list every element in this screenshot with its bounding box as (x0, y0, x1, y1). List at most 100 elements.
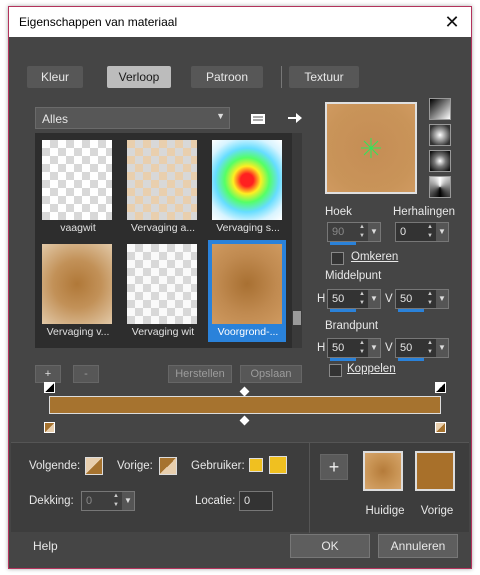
tab-kleur[interactable]: Kleur (27, 66, 83, 88)
spin-arrows-icon[interactable]: ▲ ▼ (357, 223, 367, 241)
focal-v-label: V (385, 342, 393, 354)
chevron-down-icon[interactable]: ▼ (122, 492, 134, 510)
stop-marker-bottom-left[interactable] (44, 422, 55, 433)
gradient-item[interactable]: Vervaging a... (123, 136, 201, 238)
gradient-thumb-vervaging-s (212, 140, 282, 220)
gradient-label: Vervaging v... (46, 326, 110, 338)
center-h-value: 50 (332, 293, 345, 305)
sunburst-style-icon[interactable] (429, 150, 451, 172)
opacity-value: 0 (86, 495, 93, 507)
repeats-label: Herhalingen (393, 206, 456, 218)
slider-bar (330, 242, 356, 245)
dialog-title: Eigenschappen van materiaal (19, 15, 178, 29)
link-checkbox[interactable] (329, 364, 342, 377)
invert-label: Omkeren (351, 251, 399, 263)
center-label: Middelpunt (325, 270, 382, 282)
invert-checkbox[interactable] (331, 252, 344, 265)
chevron-down-icon[interactable]: ▼ (436, 290, 448, 308)
prev-stop-icon[interactable] (159, 457, 177, 475)
focal-v-value: 50 (400, 342, 413, 354)
tab-textuur[interactable]: Textuur (289, 66, 359, 88)
gradient-thumb-voorgrond (212, 244, 282, 324)
gradient-preview[interactable] (325, 102, 417, 194)
center-h-label: H (317, 293, 326, 305)
gradient-item[interactable]: Vervaging v... (38, 240, 116, 342)
title-bar: Eigenschappen van materiaal ✕ (9, 7, 471, 37)
radial-style-icon[interactable] (429, 176, 451, 198)
angle-field[interactable]: 90 ▲ ▼ ▼ (327, 222, 381, 245)
focal-h-field[interactable]: 50 ▲ ▼ ▼ (327, 338, 381, 361)
save-button[interactable]: Opslaan (240, 365, 302, 383)
chevron-down-icon[interactable]: ▼ (368, 339, 380, 357)
center-v-value: 50 (400, 293, 413, 305)
restore-button[interactable]: Herstellen (168, 365, 232, 383)
next-stop-icon[interactable] (85, 457, 103, 475)
gradient-item[interactable]: vaagwit (38, 136, 116, 238)
chevron-down-icon[interactable]: ▼ (436, 223, 448, 241)
spin-arrows-icon[interactable]: ▲ ▼ (357, 339, 367, 357)
next-label: Volgende: (29, 460, 81, 472)
repeats-field[interactable]: 0 ▲ ▼ ▼ (395, 222, 449, 242)
current-color-swatch[interactable] (363, 451, 403, 491)
chevron-down-icon[interactable]: ▼ (368, 223, 380, 241)
angle-label: Hoek (325, 206, 352, 218)
tab-separator (281, 66, 282, 88)
close-icon[interactable]: ✕ (439, 9, 465, 35)
linear-style-icon[interactable] (429, 98, 451, 120)
tab-bar: Kleur Verloop Patroon Textuur (17, 60, 461, 96)
center-v-label: V (385, 293, 393, 305)
focal-v-field[interactable]: 50 ▲ ▼ ▼ (395, 338, 449, 361)
spin-arrows-icon[interactable]: ▲ ▼ (357, 290, 367, 308)
scrollbar-thumb[interactable] (293, 311, 301, 325)
gradient-label: Voorgrond-... (217, 326, 279, 338)
chevron-down-icon: ▼ (216, 111, 225, 121)
gradient-editor-bar[interactable] (49, 396, 441, 414)
remove-gradient-button[interactable]: - (73, 365, 99, 383)
tab-verloop[interactable]: Verloop (107, 66, 171, 88)
chevron-down-icon[interactable]: ▼ (368, 290, 380, 308)
gradient-item-selected[interactable]: Voorgrond-... (208, 240, 286, 342)
focal-label: Brandpunt (325, 320, 379, 332)
help-link[interactable]: Help (33, 539, 58, 553)
gradient-thumb-vervaging-wit (127, 244, 197, 324)
add-gradient-button[interactable]: + (35, 365, 61, 383)
add-stop-button[interactable]: + (320, 454, 348, 480)
category-select[interactable]: Alles ▼ (35, 107, 230, 129)
gradient-item[interactable]: Vervaging wit (123, 240, 201, 342)
midpoint-bottom-diamond[interactable] (239, 415, 250, 426)
gallery-scrollbar[interactable] (292, 133, 302, 348)
tab-patroon[interactable]: Patroon (191, 66, 263, 88)
center-v-field[interactable]: 50 ▲ ▼ ▼ (395, 289, 449, 312)
slider-bar (398, 358, 424, 361)
spin-arrows-icon[interactable]: ▲ ▼ (425, 339, 435, 357)
prev-label: Vorige: (117, 460, 153, 472)
chevron-down-icon[interactable]: ▼ (436, 339, 448, 357)
spin-arrows-icon[interactable]: ▲ ▼ (111, 492, 121, 510)
center-h-field[interactable]: 50 ▲ ▼ ▼ (327, 289, 381, 312)
user-color-swatch-1[interactable] (249, 458, 263, 472)
previous-color-swatch[interactable] (415, 451, 455, 491)
stop-marker-top-left[interactable] (44, 382, 55, 393)
rectangular-style-icon[interactable] (429, 124, 451, 146)
opacity-field[interactable]: 0 ▲ ▼ ▼ (81, 491, 135, 511)
spin-arrows-icon[interactable]: ▲ ▼ (425, 290, 435, 308)
center-marker-icon (361, 138, 381, 158)
gradient-label: vaagwit (60, 222, 96, 234)
dialog-body: Kleur Verloop Patroon Textuur Alles ▼ va… (11, 38, 469, 568)
cancel-button[interactable]: Annuleren (378, 534, 458, 558)
material-properties-dialog: Eigenschappen van materiaal ✕ Kleur Verl… (8, 6, 472, 569)
ok-button[interactable]: OK (290, 534, 370, 558)
resource-manager-icon[interactable] (247, 107, 269, 129)
location-value: 0 (244, 495, 251, 507)
spin-arrows-icon[interactable]: ▲ ▼ (425, 223, 435, 241)
location-field[interactable]: 0 (239, 491, 273, 511)
stop-marker-bottom-right[interactable] (435, 422, 446, 433)
midpoint-top-diamond[interactable] (239, 386, 250, 397)
gradient-item[interactable]: Vervaging s... (208, 136, 286, 238)
gradient-label: Vervaging s... (216, 222, 280, 234)
arrow-right-icon[interactable] (283, 107, 305, 129)
panel-divider (309, 443, 310, 533)
slider-bar (398, 309, 424, 312)
stop-marker-top-right[interactable] (435, 382, 446, 393)
user-color-swatch-2[interactable] (269, 456, 287, 474)
